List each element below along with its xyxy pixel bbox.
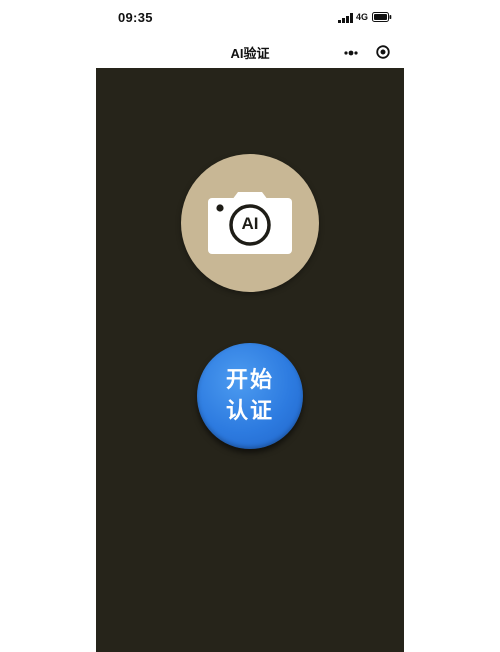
status-bar: 09:35 4G [0,0,500,36]
page-title: AI验证 [230,46,270,61]
camera-ai-label: AI [241,214,259,233]
target-icon[interactable] [376,45,390,59]
screen: 09:35 4G AI验证 AI 开始 认证 [0,0,500,652]
signal-icon [338,13,353,23]
start-button-line2: 认证 [225,398,274,423]
start-button-line1: 开始 [225,367,274,392]
start-verification-button[interactable]: 开始 认证 [197,343,303,449]
nav-bar: AI验证 [0,36,500,68]
network-label: 4G [356,12,369,22]
camera-button[interactable]: AI [181,154,319,292]
battery-icon [372,12,392,22]
main-panel: AI 开始 认证 [96,68,404,652]
more-icon[interactable] [344,50,358,56]
status-time: 09:35 [118,10,153,25]
start-button-label: 开始 认证 [197,364,303,426]
